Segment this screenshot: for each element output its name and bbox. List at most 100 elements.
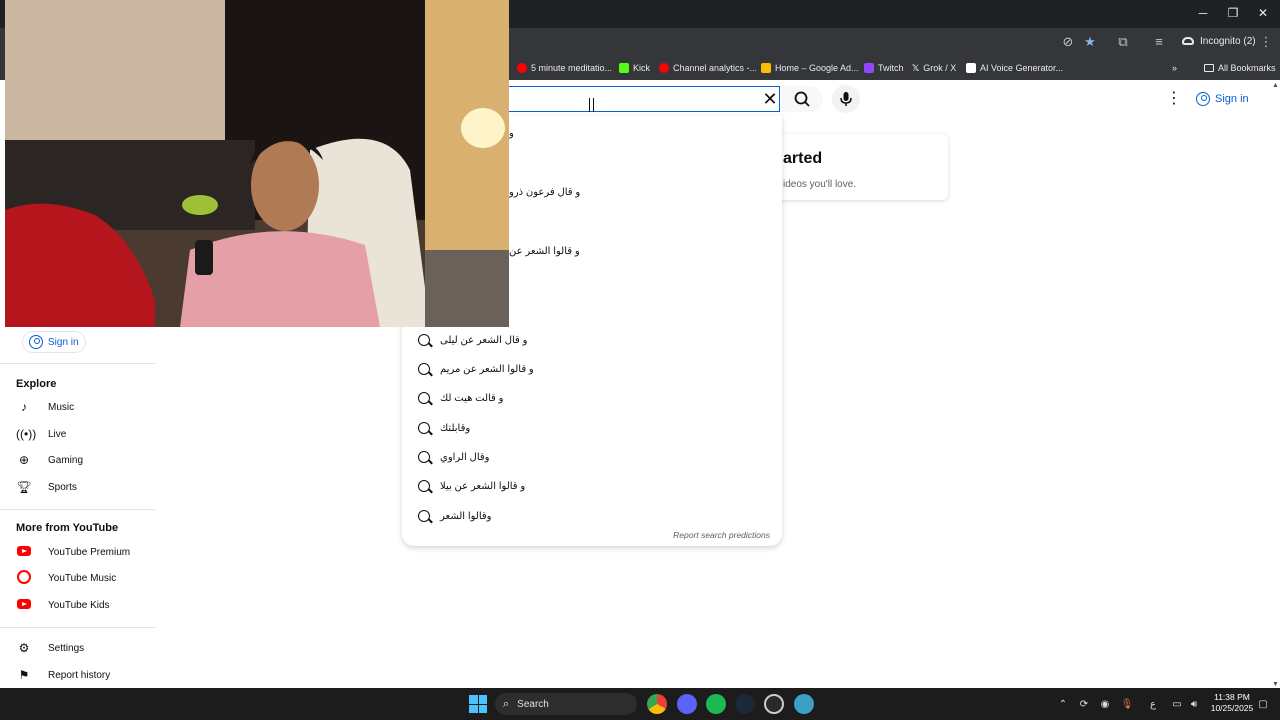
taskbar-clock[interactable]: 11:38 PM 10/25/2025 [1204,692,1260,714]
suggestion-item[interactable]: وقالوا الشعر [418,505,758,527]
search-icon [418,363,430,375]
media-control-icon[interactable]: ≡ [1151,34,1167,50]
page-scrollbar[interactable]: ▲ ▼ [1270,80,1280,688]
microphone-icon [840,92,852,106]
suggestion-item[interactable]: وقابلتك [418,417,758,439]
search-icon [418,510,430,522]
bookmark-label: 5 minute meditatio... [531,63,613,73]
suggestion-text: وقال الراوي [440,451,490,463]
sidebar-item-label: Music [48,401,75,413]
account-icon [1196,92,1210,106]
search-button[interactable] [781,86,823,112]
kick-favicon-icon [619,63,629,73]
bookmark-meditation[interactable]: 5 minute meditatio... [517,60,612,76]
bookmark-label: Home – Google Ad... [775,63,859,73]
sidebar-item-label: YouTube Music [48,572,117,584]
volume-icon[interactable]: 🔊︎ [1187,698,1201,712]
sign-in-label: Sign in [1215,93,1249,105]
sidebar-item-report-history[interactable]: ⚑ Report history [16,664,156,686]
card-subtitle: ideos you'll love. [783,179,857,190]
trophy-icon: 🏆︎ [16,480,32,494]
clear-search-icon[interactable]: ✕ [760,88,780,110]
account-icon [29,335,43,349]
bookmark-channel-analytics[interactable]: Channel analytics -... [659,60,757,76]
suggestion-item[interactable]: و قالوا الشعر عن بيلا [418,475,758,497]
discord-icon[interactable] [677,694,697,714]
suggestion-partial[interactable]: و قالوا الشعر عن [509,246,580,257]
bookmark-label: AI Voice Generator... [980,63,1064,73]
voice-search-button[interactable] [832,85,860,113]
webcam-feed-image [5,0,509,327]
search-input[interactable] [500,86,780,112]
suggestion-text: وقالوا الشعر [440,510,492,522]
bookmark-label: Kick [633,63,651,73]
bookmark-label: Channel analytics -... [673,63,758,73]
sidebar-divider [0,363,155,364]
microphone-tray-icon[interactable]: 🎙︎ [1120,698,1134,712]
browser-menu-icon[interactable]: ⋮ [1258,34,1274,50]
incognito-indicator[interactable]: Incognito (2) [1176,32,1262,52]
all-bookmarks[interactable]: All Bookmarks [1204,60,1276,76]
bookmark-ai-voice[interactable]: AI Voice Generator... [966,60,1063,76]
sidebar-item-label: YouTube Premium [48,546,131,558]
search-icon [794,91,810,107]
folder-icon [1204,64,1214,72]
sidebar-item-live[interactable]: ((•)) Live [16,423,156,445]
suggestion-partial[interactable]: و قال فرعون ذرو [509,187,580,198]
discord-tray-icon[interactable]: ◉ [1098,698,1112,712]
sync-icon[interactable]: ⟳ [1077,698,1091,712]
close-window-button[interactable]: ✕ [1252,4,1274,22]
incognito-label: Incognito (2) [1200,36,1256,47]
input-language[interactable]: ع [1146,698,1160,712]
settings-menu-icon[interactable]: ⋮ [1166,89,1182,109]
more-bookmarks-icon[interactable]: » [1172,60,1177,76]
report-search-predictions-link[interactable]: Report search predictions [640,530,770,540]
sidebar-item-youtube-music[interactable]: YouTube Music [16,567,156,589]
suggestion-item[interactable]: و قال الشعر عن ليلى [418,329,758,351]
suggestion-item[interactable]: و قالت هيت لك [418,387,758,409]
bookmark-grok[interactable]: 𝕏 Grok / X [912,60,956,76]
spotify-icon[interactable] [706,694,726,714]
sign-in-button[interactable]: Sign in [1196,88,1256,110]
taskbar-search[interactable]: ⌕ Search [495,693,637,715]
scroll-up-icon[interactable]: ▲ [1272,82,1279,89]
clock-time: 11:38 PM [1214,692,1250,702]
sidebar-sign-in-button[interactable]: Sign in [22,331,86,353]
search-icon [418,480,430,492]
sidebar-item-youtube-kids[interactable]: YouTube Kids [16,594,156,616]
gear-icon: ⚙ [18,641,30,655]
minimize-button[interactable]: ─ [1192,4,1214,22]
bookmark-star-icon[interactable]: ★ [1082,34,1098,50]
flag-icon: ⚑ [18,668,30,682]
bookmark-kick[interactable]: Kick [619,60,650,76]
eye-off-icon[interactable]: ⊘ [1060,34,1076,50]
windows-start-icon[interactable] [469,695,487,713]
sidebar-item-gaming[interactable]: ⊕ Gaming [16,449,156,471]
sidebar-item-settings[interactable]: ⚙ Settings [16,637,156,659]
suggestion-item[interactable]: و قالوا الشعر عن مريم [418,358,758,380]
search-icon [418,392,430,404]
chrome-icon[interactable] [647,694,667,714]
search-icon [418,422,430,434]
restore-button[interactable]: ❐ [1222,4,1244,22]
browser-app-icon[interactable] [794,694,814,714]
youtube-favicon-icon [517,63,527,73]
suggestion-text: وقابلتك [440,422,471,434]
tray-overflow-icon[interactable]: ⌃ [1056,698,1070,712]
bookmark-twitch[interactable]: Twitch [864,60,904,76]
suggestion-text: و قالوا الشعر عن بيلا [440,480,526,492]
steam-icon[interactable] [735,694,755,714]
sidebar-item-label: YouTube Kids [48,599,110,611]
network-icon[interactable]: ▭ [1170,698,1184,712]
suggestion-partial[interactable]: و [509,128,514,139]
scroll-down-icon[interactable]: ▼ [1272,681,1279,688]
sidebar-item-music[interactable]: ♪ Music [16,396,156,418]
sidebar-divider [0,509,155,510]
bookmark-google-ads[interactable]: Home – Google Ad... [761,60,859,76]
notifications-icon[interactable]: ▢ [1256,698,1270,712]
suggestion-item[interactable]: وقال الراوي [418,446,758,468]
sidebar-item-sports[interactable]: 🏆︎ Sports [16,476,156,498]
obs-icon[interactable] [764,694,784,714]
sidebar-item-youtube-premium[interactable]: YouTube Premium [16,541,156,563]
extensions-icon[interactable]: ⧉ [1115,34,1131,50]
